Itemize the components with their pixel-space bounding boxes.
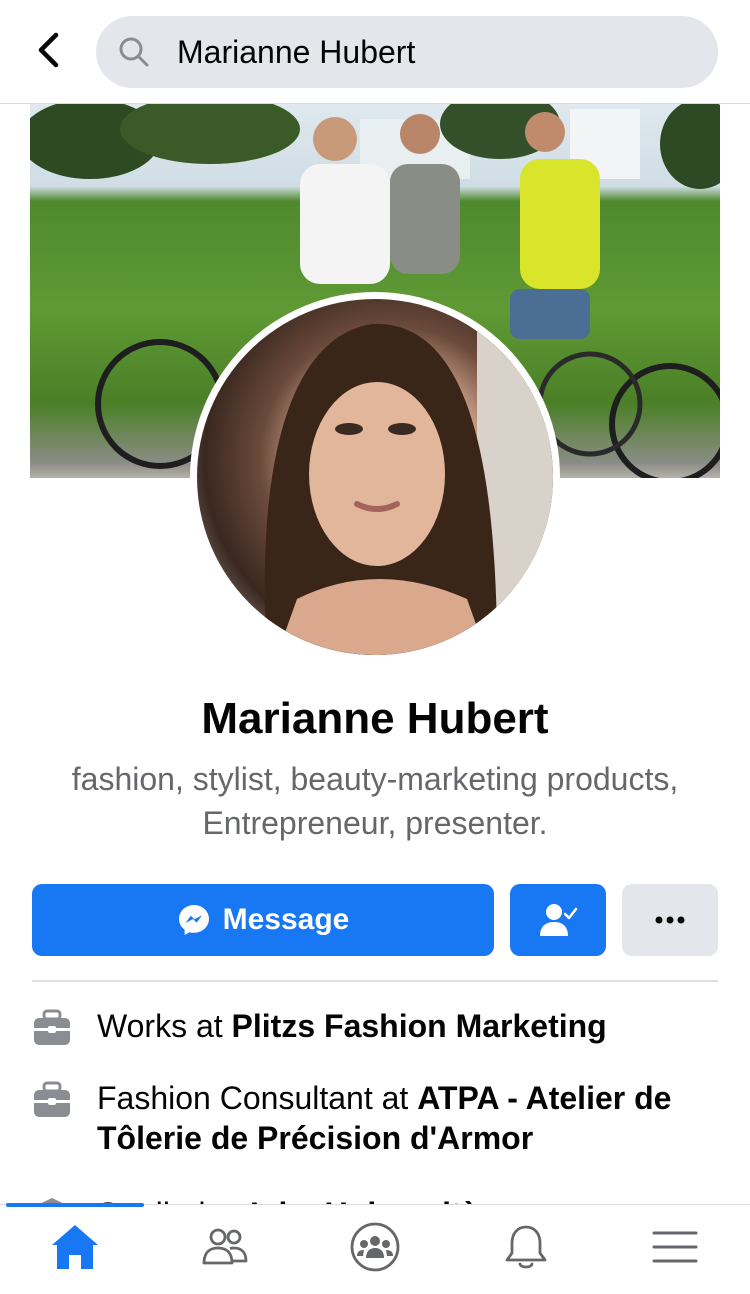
bell-icon [505, 1225, 547, 1269]
detail-employer[interactable]: Plitzs Fashion Marketing [232, 1008, 607, 1044]
friends-button[interactable] [510, 884, 606, 956]
active-tab-indicator [6, 1203, 144, 1207]
bottom-tab-bar [0, 1203, 750, 1294]
detail-prefix: Works at [97, 1008, 232, 1044]
search-input[interactable]: Marianne Hubert [177, 32, 415, 72]
top-search-bar: Marianne Hubert [0, 0, 750, 104]
briefcase-icon [34, 1009, 70, 1045]
hamburger-menu-icon [652, 1231, 698, 1263]
profile-bio-line: fashion, stylist, beauty-marketing produ… [71, 761, 679, 797]
tab-groups[interactable] [345, 1217, 405, 1277]
search-icon [119, 37, 149, 67]
home-icon [52, 1225, 98, 1269]
message-button[interactable]: Message [32, 884, 494, 956]
detail-text: Works at Plitzs Fashion Marketing [97, 1006, 717, 1046]
back-button[interactable] [26, 28, 70, 72]
profile-photo-portrait [264, 299, 553, 655]
detail-prefix: Fashion Consultant at [97, 1080, 418, 1116]
friends-icon [202, 1228, 248, 1265]
tab-friends[interactable] [195, 1217, 255, 1277]
detail-text: Fashion Consultant at ATPA - Atelier de … [97, 1078, 717, 1158]
profile-bio: fashion, stylist, beauty-marketing produ… [30, 757, 720, 845]
message-button-label: Message [222, 903, 350, 936]
groups-icon [350, 1222, 400, 1272]
briefcase-icon [34, 1081, 70, 1117]
profile-photo[interactable] [197, 299, 553, 655]
friends-check-icon [540, 904, 578, 936]
more-options-button[interactable] [622, 884, 718, 956]
tab-notifications[interactable] [496, 1217, 556, 1277]
detail-job[interactable]: Fashion Consultant at ATPA - Atelier de … [32, 1078, 722, 1162]
tab-home[interactable] [45, 1217, 105, 1277]
profile-name: Marianne Hubert [201, 694, 549, 743]
tab-menu[interactable] [645, 1217, 705, 1277]
detail-work[interactable]: Works at Plitzs Fashion Marketing [32, 1006, 722, 1050]
chevron-left-icon [38, 32, 59, 68]
profile-bio-line: Entrepreneur, presenter. [202, 805, 548, 841]
search-field[interactable]: Marianne Hubert [96, 16, 718, 88]
more-dots-icon [655, 916, 685, 924]
messenger-icon [178, 905, 209, 935]
section-divider [32, 980, 718, 982]
